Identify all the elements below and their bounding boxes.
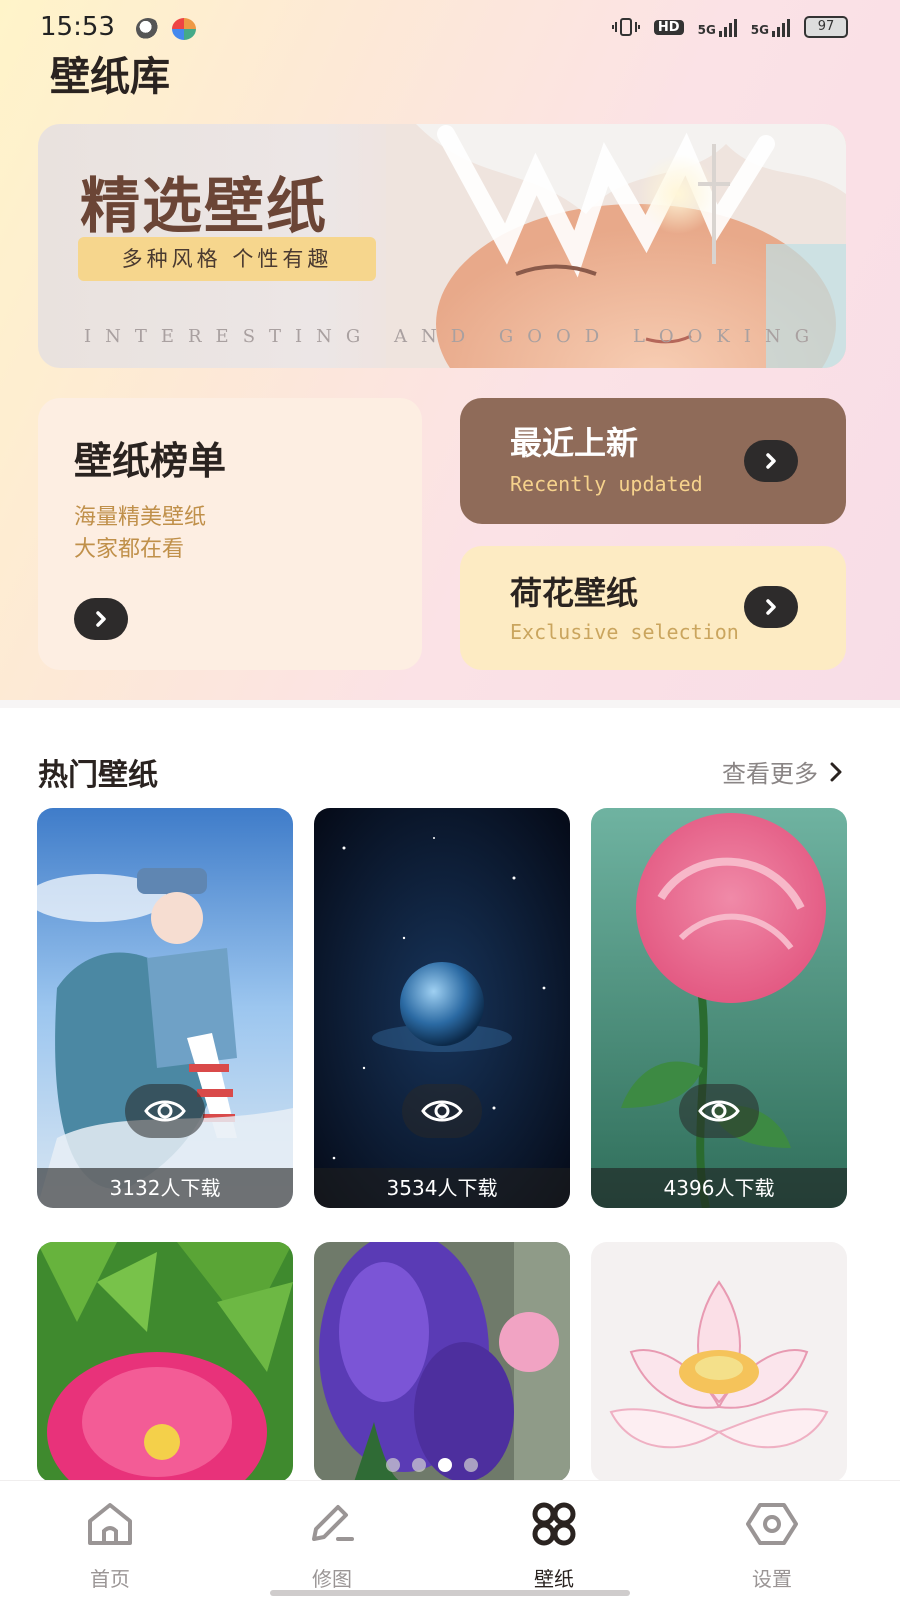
eye-icon [144, 1100, 186, 1122]
ranking-card-title: 壁纸榜单 [74, 439, 227, 483]
app-notification-icon-2 [172, 18, 196, 40]
home-indicator [270, 1590, 630, 1596]
download-count: 3534人下载 [314, 1168, 570, 1208]
wallpaper-thumbnail-anime-girl [37, 808, 293, 1208]
grid-icon [532, 1502, 576, 1546]
wallpaper-thumbnail-rose [591, 808, 847, 1208]
ranking-arrow-button[interactable] [74, 598, 128, 640]
download-count: 3132人下载 [37, 1168, 293, 1208]
wallpaper-thumbnail-peony [37, 1242, 293, 1482]
settings-icon [746, 1503, 798, 1545]
section-divider [0, 700, 900, 708]
banner-subtitle: 多种风格 个性有趣 [78, 237, 376, 281]
download-count: 4396人下载 [591, 1168, 847, 1208]
pager-dot[interactable] [386, 1458, 400, 1472]
recent-updates-title: 最近上新 [510, 424, 639, 462]
recent-updates-subtitle: Recently updated [510, 472, 703, 496]
tab-edit[interactable]: 修图 [272, 1499, 392, 1592]
ranking-card[interactable]: 壁纸榜单 海量精美壁纸 大家都在看 [38, 398, 422, 670]
recent-updates-arrow-button[interactable] [744, 440, 798, 482]
battery-indicator: 97 [804, 16, 848, 38]
page-title: 壁纸库 [50, 54, 170, 100]
tab-edit-label: 修图 [312, 1567, 352, 1591]
signal-2: 5G [751, 17, 790, 37]
lotus-arrow-button[interactable] [744, 586, 798, 628]
hot-section-title: 热门壁纸 [38, 758, 158, 793]
tab-settings-label: 设置 [752, 1567, 792, 1591]
chevron-right-icon [766, 599, 776, 615]
tab-home-label: 首页 [90, 1567, 130, 1591]
banner-tagline: INTERESTING AND GOOD LOOKING [84, 326, 824, 347]
lotus-wallpaper-card[interactable]: 荷花壁纸 Exclusive selection [460, 546, 846, 670]
pager-dots [386, 1458, 478, 1472]
chevron-right-icon [830, 762, 842, 781]
wallpaper-thumbnail-planet [314, 808, 570, 1208]
ranking-desc-line1: 海量精美壁纸 [74, 505, 207, 530]
signal-1: 5G [698, 17, 737, 37]
wallpaper-tile[interactable]: 3132人下载 [37, 808, 293, 1208]
pager-dot[interactable] [464, 1458, 478, 1472]
vibrate-icon [611, 18, 640, 36]
see-more-label: 查看更多 [722, 760, 818, 788]
tab-settings[interactable]: 设置 [712, 1499, 832, 1592]
chevron-right-icon [96, 611, 106, 627]
wallpaper-thumbnail-hyacinth [314, 1242, 570, 1482]
chevron-right-icon [766, 453, 776, 469]
preview-button[interactable] [679, 1084, 759, 1138]
lotus-card-subtitle: Exclusive selection [510, 620, 739, 644]
see-more-link[interactable]: 查看更多 [722, 754, 844, 789]
eye-icon [698, 1100, 740, 1122]
wallpaper-tile[interactable]: 4396人下载 [591, 808, 847, 1208]
tab-home[interactable]: 首页 [50, 1499, 170, 1592]
featured-banner[interactable]: 精选壁纸 多种风格 个性有趣 INTERESTING AND GOOD LOOK… [38, 124, 846, 368]
hd-badge: HD [653, 19, 684, 35]
wallpaper-tile[interactable] [591, 1242, 847, 1482]
wallpaper-tile[interactable]: 3534人下载 [314, 808, 570, 1208]
wallpaper-tile[interactable] [314, 1242, 570, 1482]
wallpaper-tile[interactable] [37, 1242, 293, 1482]
status-time: 15:53 [40, 12, 115, 42]
ranking-card-desc: 海量精美壁纸 大家都在看 [74, 502, 206, 566]
wallpaper-thumbnail-lotus [591, 1242, 847, 1482]
pager-dot[interactable] [412, 1458, 426, 1472]
recent-updates-card[interactable]: 最近上新 Recently updated [460, 398, 846, 524]
status-indicators: HD 5G 5G 97 [611, 16, 848, 38]
lotus-card-title: 荷花壁纸 [510, 574, 639, 612]
edit-icon [312, 1505, 354, 1541]
tab-wallpaper[interactable]: 壁纸 [494, 1499, 614, 1592]
pager-dot-active[interactable] [438, 1458, 452, 1472]
preview-button[interactable] [402, 1084, 482, 1138]
bottom-tab-bar: 首页 修图 壁纸 设置 [0, 1480, 900, 1600]
banner-title: 精选壁纸 [80, 172, 328, 242]
app-notification-icon [136, 18, 160, 40]
tab-wallpaper-label: 壁纸 [534, 1567, 574, 1591]
ranking-desc-line2: 大家都在看 [74, 537, 185, 562]
preview-button[interactable] [125, 1084, 205, 1138]
eye-icon [421, 1100, 463, 1122]
home-icon [88, 1503, 132, 1545]
